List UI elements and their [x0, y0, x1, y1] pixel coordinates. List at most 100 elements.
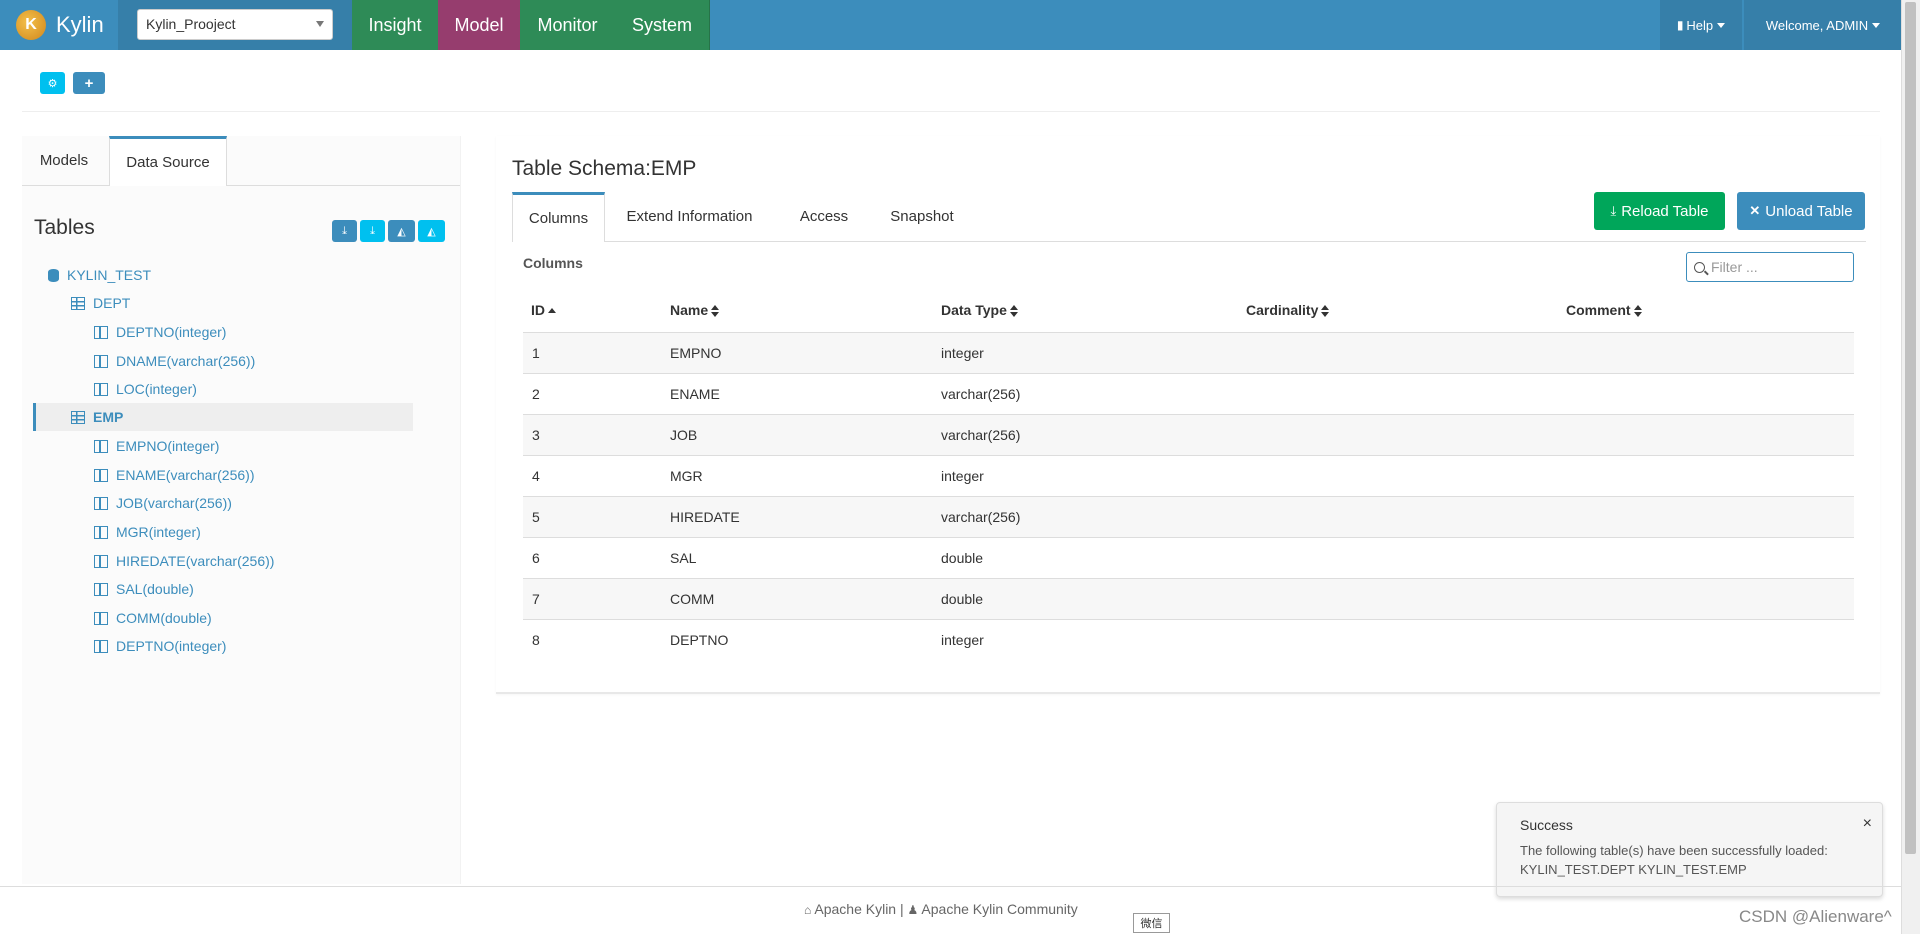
add-button[interactable]: +	[73, 72, 105, 94]
header-label: Comment	[1566, 302, 1631, 318]
column-header-data-type[interactable]: Data Type	[941, 302, 1018, 318]
sort-icon	[1633, 305, 1642, 318]
download-icon: ⤓	[1610, 203, 1617, 218]
community-link[interactable]: Apache Kylin Community	[921, 901, 1077, 917]
plus-icon: +	[84, 74, 94, 92]
tab-access[interactable]: Access	[780, 192, 868, 241]
table-row[interactable]: 3 JOB varchar(256)	[523, 414, 1854, 455]
tree-column[interactable]: COMM(double)	[94, 605, 212, 631]
nav-insight[interactable]: Insight	[352, 0, 438, 50]
kafka-table-button[interactable]: ◭	[418, 220, 445, 242]
tab-models[interactable]: Models	[22, 136, 106, 185]
tree-column-label: MGR(integer)	[116, 524, 201, 540]
filter-input[interactable]: Filter ...	[1686, 252, 1854, 282]
column-header-id[interactable]: ID	[531, 302, 556, 318]
close-icon[interactable]: ×	[1863, 815, 1872, 833]
cubes-icon: ⚙	[47, 77, 58, 90]
tree-column[interactable]: DEPTNO(integer)	[94, 633, 226, 659]
sidebar: Models Data Source Tables ⤓ ⤓ ◭ ◭	[22, 136, 461, 884]
tree-database[interactable]: KYLIN_TEST	[48, 262, 151, 288]
apache-kylin-link[interactable]: Apache Kylin	[814, 901, 896, 917]
scrollbar-thumb[interactable]	[1905, 2, 1916, 854]
tab-extend-information[interactable]: Extend Information	[612, 192, 767, 241]
success-toast[interactable]: Success The following table(s) have been…	[1496, 802, 1883, 897]
watermark: CSDN @Alienware^	[1739, 907, 1892, 926]
tree-column[interactable]: MGR(integer)	[94, 519, 201, 545]
tab-columns[interactable]: Columns	[512, 192, 605, 242]
cell-name: EMPNO	[670, 345, 722, 361]
tab-snapshot[interactable]: Snapshot	[874, 192, 970, 241]
streaming-table-button[interactable]: ◭	[388, 220, 415, 242]
tab-data-source[interactable]: Data Source	[109, 136, 227, 186]
table-row[interactable]: 6 SAL double	[523, 537, 1854, 578]
tree-column[interactable]: HIREDATE(varchar(256))	[94, 548, 274, 574]
column-icon	[94, 525, 108, 539]
cubes-button[interactable]: ⚙	[40, 72, 65, 94]
cell-id: 6	[532, 550, 540, 566]
tree-column-label: ENAME(varchar(256))	[116, 467, 255, 483]
cell-name: ENAME	[670, 386, 720, 402]
area-chart-icon: ◭	[397, 225, 406, 238]
table-row[interactable]: 1 EMPNO integer	[523, 332, 1854, 373]
cell-id: 7	[532, 591, 540, 607]
page-scrollbar[interactable]	[1901, 0, 1920, 934]
user-menu[interactable]: Welcome, ADMIN	[1744, 0, 1902, 50]
tree-column[interactable]: DNAME(varchar(256))	[94, 348, 255, 374]
table-row[interactable]: 5 HIREDATE varchar(256)	[523, 496, 1854, 538]
tree-column[interactable]: DEPTNO(integer)	[94, 319, 226, 345]
load-table-button[interactable]: ⤓	[360, 220, 385, 242]
sidebar-tabs: Models Data Source	[22, 136, 460, 186]
tree-column[interactable]: EMPNO(integer)	[94, 433, 219, 459]
help-menu[interactable]: ▮ Help	[1660, 0, 1742, 50]
cell-id: 2	[532, 386, 540, 402]
table-icon	[71, 410, 85, 424]
cell-name: DEPTNO	[670, 632, 729, 648]
chevron-down-icon	[316, 21, 324, 27]
table-row[interactable]: 2 ENAME varchar(256)	[523, 373, 1854, 414]
sort-icon	[1009, 305, 1018, 318]
tree-table-emp[interactable]: EMP	[71, 404, 123, 430]
nav-monitor[interactable]: Monitor	[520, 0, 615, 50]
tables-title: Tables	[34, 216, 95, 239]
cell-type: double	[941, 591, 984, 607]
cell-type: varchar(256)	[941, 509, 1021, 525]
cell-name: COMM	[670, 591, 715, 607]
nav-system[interactable]: System	[615, 0, 710, 50]
table-row[interactable]: 7 COMM double	[523, 578, 1854, 619]
table-row[interactable]: 8 DEPTNO integer	[523, 619, 1854, 660]
project-select[interactable]: Kylin_Prooject	[137, 9, 333, 40]
download-icon: ⤓	[342, 224, 347, 237]
cell-type: varchar(256)	[941, 427, 1021, 443]
tree-column[interactable]: LOC(integer)	[94, 376, 197, 402]
toast-message: The following table(s) have been success…	[1520, 843, 1828, 877]
unload-table-button[interactable]: ✕ Unload Table	[1737, 192, 1865, 230]
column-header-comment[interactable]: Comment	[1566, 302, 1642, 318]
tree-column-label: COMM(double)	[116, 610, 212, 626]
brand[interactable]: K Kylin	[0, 0, 118, 50]
area-chart-icon: ◭	[427, 225, 436, 238]
table-row[interactable]: 4 MGR integer	[523, 455, 1854, 496]
cell-type: varchar(256)	[941, 386, 1021, 402]
tree-column[interactable]: ENAME(varchar(256))	[94, 462, 254, 488]
column-header-cardinality[interactable]: Cardinality	[1246, 302, 1330, 318]
column-icon	[94, 554, 108, 568]
cell-id: 1	[532, 345, 540, 361]
tree-table-dept[interactable]: DEPT	[71, 290, 130, 316]
reload-table-button[interactable]: ⤓ Reload Table	[1594, 192, 1725, 230]
tree-column-label: JOB(varchar(256))	[116, 495, 232, 511]
load-hive-table-button[interactable]: ⤓	[332, 220, 357, 242]
cell-type: double	[941, 550, 984, 566]
footer-separator: |	[899, 901, 904, 917]
tree-column[interactable]: SAL(double)	[94, 576, 194, 602]
tree-column[interactable]: JOB(varchar(256))	[94, 490, 232, 516]
column-header-name[interactable]: Name	[670, 302, 720, 318]
tree-table-label: EMP	[93, 409, 124, 425]
cell-id: 5	[532, 509, 540, 525]
cell-id: 4	[532, 468, 540, 484]
header-label: ID	[531, 302, 545, 318]
tree-column-label: DEPTNO(integer)	[116, 324, 227, 340]
wechat-button[interactable]: 微信	[1133, 913, 1170, 933]
unload-table-label: Unload Table	[1765, 202, 1853, 220]
nav-model[interactable]: Model	[438, 0, 520, 50]
tree-table-label: DEPT	[93, 295, 131, 311]
